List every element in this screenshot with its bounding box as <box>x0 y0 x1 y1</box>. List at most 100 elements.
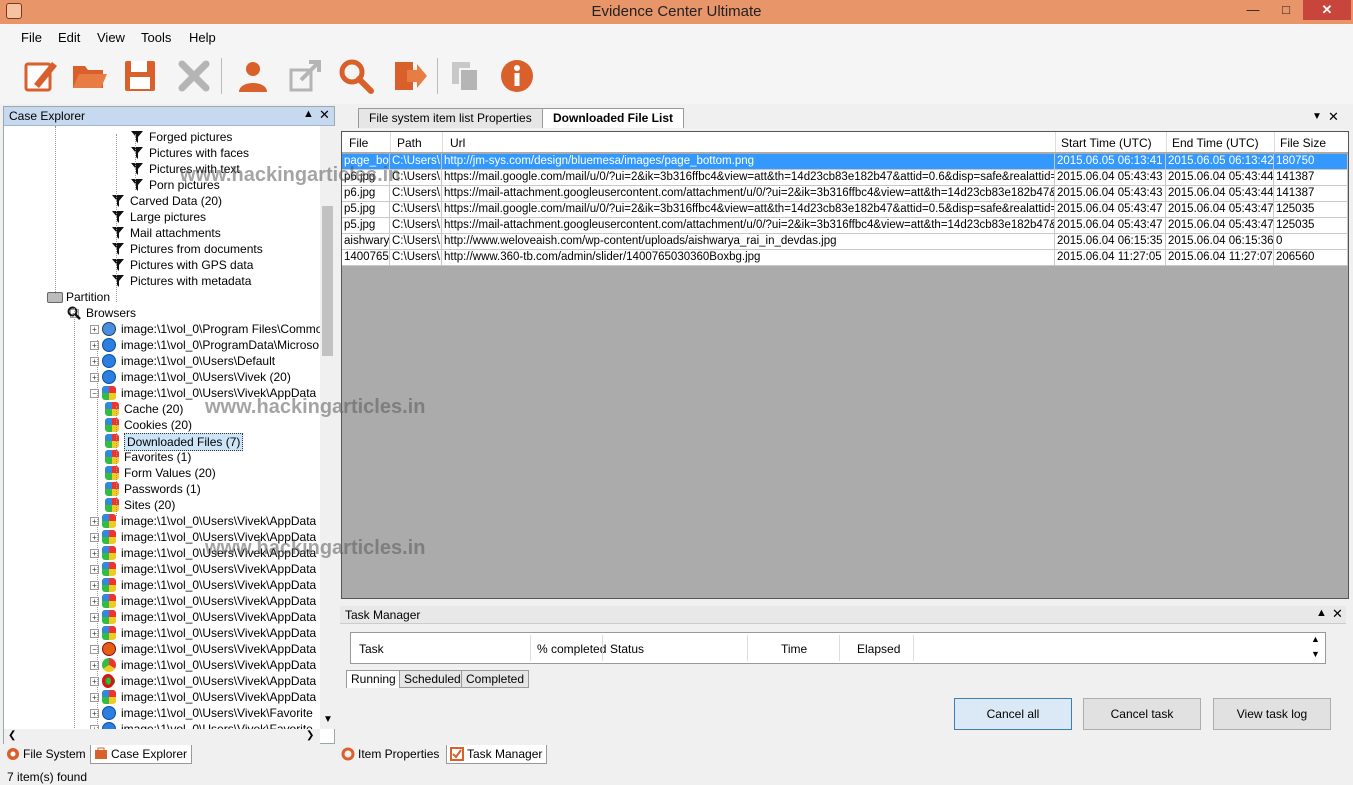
edit-icon[interactable] <box>20 56 60 96</box>
tree-item[interactable]: +image:\1\vol_0\Users\Vivek\Favorite <box>4 721 320 729</box>
delete-icon[interactable] <box>174 56 214 96</box>
column-divider[interactable] <box>530 635 531 661</box>
column-status[interactable]: Status <box>610 642 644 656</box>
tree-item[interactable]: Carved Data (20) <box>4 193 320 209</box>
close-document-icon[interactable]: ✕ <box>1328 109 1339 125</box>
column-file[interactable]: File <box>349 136 368 150</box>
tree-item[interactable]: +image:\1\vol_0\Users\Vivek\Favorite <box>4 705 320 721</box>
tab-task-manager[interactable]: Task Manager <box>446 745 548 764</box>
tab-completed[interactable]: Completed <box>461 670 530 688</box>
tree-item[interactable]: Downloaded Files (7) <box>4 433 320 451</box>
tree-item[interactable]: Pictures with GPS data <box>4 257 320 273</box>
column-divider[interactable] <box>747 635 748 661</box>
close-panel-icon[interactable]: ✕ <box>1332 606 1343 622</box>
tree-item[interactable]: Forged pictures <box>4 129 320 145</box>
tree-item[interactable]: −Partition <box>4 289 320 305</box>
tree-item[interactable]: Passwords (1) <box>4 481 320 497</box>
tab-list-dropdown-icon[interactable]: ▼ <box>1312 111 1322 122</box>
tab-item-properties[interactable]: Item Properties <box>338 745 443 764</box>
scroll-left-icon[interactable]: ❮ <box>8 730 16 741</box>
file-list-grid[interactable]: File Path Url Start Time (UTC) End Time … <box>341 131 1349 599</box>
column-path[interactable]: Path <box>397 136 422 150</box>
tree-item[interactable]: + image:\1\vol_0\Users\Vivek\AppData <box>4 513 320 529</box>
column-divider[interactable] <box>1055 132 1056 152</box>
column-file-size[interactable]: File Size <box>1280 136 1326 150</box>
export-icon[interactable] <box>285 56 325 96</box>
tab-file-system[interactable]: File System <box>3 745 90 764</box>
tree-item[interactable]: + image:\1\vol_0\Users\Vivek (20) <box>4 369 320 385</box>
column-divider[interactable] <box>913 635 914 661</box>
column-time[interactable]: Time <box>781 642 807 656</box>
column-task[interactable]: Task <box>359 642 384 656</box>
tree-item[interactable]: + image:\1\vol_0\Users\Vivek\AppData <box>4 593 320 609</box>
tree-item[interactable]: Cookies (20) <box>4 417 320 433</box>
tree-item[interactable]: Form Values (20) <box>4 465 320 481</box>
view-task-log-button[interactable]: View task log <box>1213 698 1331 730</box>
scroll-thumb[interactable] <box>322 206 333 356</box>
tree-item[interactable]: Pictures with faces <box>4 145 320 161</box>
column-divider[interactable] <box>442 132 443 152</box>
tree-item[interactable]: + image:\1\vol_0\Users\Vivek\AppData <box>4 673 320 689</box>
column-start-time[interactable]: Start Time (UTC) <box>1061 136 1152 150</box>
tree-item[interactable]: Pictures from documents <box>4 241 320 257</box>
column-completed[interactable]: % completed <box>537 642 606 656</box>
tree-item[interactable]: + image:\1\vol_0\Users\Vivek\AppData <box>4 625 320 641</box>
table-row[interactable]: p5.jpg C:\Users\ https://mail.google.com/m… <box>342 202 1348 218</box>
tree-item[interactable]: + image:\1\vol_0\Users\Vivek\AppData <box>4 577 320 593</box>
copy-icon[interactable] <box>446 56 486 96</box>
save-icon[interactable] <box>120 56 160 96</box>
menu-edit[interactable]: Edit <box>58 30 80 45</box>
tree-item[interactable]: + image:\1\vol_0\ProgramData\Microso <box>4 337 320 353</box>
tab-downloaded-file-list[interactable]: Downloaded File List <box>542 108 685 128</box>
tree-item[interactable]: + image:\1\vol_0\Users\Vivek\AppData <box>4 609 320 625</box>
open-folder-icon[interactable] <box>69 56 109 96</box>
cancel-task-button[interactable]: Cancel task <box>1083 698 1201 730</box>
tree-item[interactable]: + image:\1\vol_0\Users\Vivek\AppData <box>4 657 320 673</box>
cancel-all-button[interactable]: Cancel all <box>954 698 1072 730</box>
column-divider[interactable] <box>602 635 603 661</box>
tab-properties[interactable]: File system item list Properties <box>358 108 543 128</box>
column-end-time[interactable]: End Time (UTC) <box>1172 136 1259 150</box>
menu-file[interactable]: File <box>21 30 42 45</box>
tree-item[interactable]: − Browsers <box>4 305 320 321</box>
tab-scheduled[interactable]: Scheduled <box>399 670 466 688</box>
tree-item[interactable]: Large pictures <box>4 209 320 225</box>
column-url[interactable]: Url <box>450 136 465 150</box>
tree-item[interactable]: Pictures with metadata <box>4 273 320 289</box>
table-row[interactable]: page_bottom.pngC:\Users\http://jm-sys.co… <box>342 154 1348 170</box>
table-row[interactable]: p5.jpg C:\Users\ https://mail-attachment.g… <box>342 218 1348 234</box>
scroll-down-icon[interactable]: ▼ <box>1311 649 1320 659</box>
column-elapsed[interactable]: Elapsed <box>857 642 900 656</box>
close-icon[interactable]: ✕ <box>1303 0 1351 20</box>
column-divider[interactable] <box>390 132 391 152</box>
exit-icon[interactable] <box>389 56 429 96</box>
column-divider[interactable] <box>1166 132 1167 152</box>
tree-horizontal-scrollbar[interactable]: ❮ ❯ <box>4 729 320 744</box>
tree-item[interactable]: Favorites (1) <box>4 449 320 465</box>
column-divider[interactable] <box>1274 132 1275 152</box>
minimize-icon[interactable]: — <box>1237 0 1269 20</box>
pin-icon[interactable]: ▲ <box>303 108 314 120</box>
person-icon[interactable] <box>233 56 273 96</box>
task-grid[interactable]: Task % completed Status Time Elapsed ▲ ▼ <box>350 632 1326 664</box>
tree-item[interactable]: + image:\1\vol_0\Users\Default <box>4 353 320 369</box>
info-icon[interactable] <box>497 56 537 96</box>
search-icon[interactable] <box>336 56 376 96</box>
tree-item[interactable]: Sites (20) <box>4 497 320 513</box>
tab-case-explorer[interactable]: Case Explorer <box>90 745 193 764</box>
scroll-right-icon[interactable]: ❯ <box>306 730 314 741</box>
tree-item[interactable]: + image:\1\vol_0\Users\Vivek\AppData <box>4 689 320 705</box>
menu-view[interactable]: View <box>97 30 125 45</box>
tree-vertical-scrollbar[interactable]: ▼ <box>320 126 335 729</box>
menu-help[interactable]: Help <box>189 30 216 45</box>
tree-item[interactable]: + image:\1\vol_0\Program Files\Commo <box>4 321 320 337</box>
table-row[interactable]: p6.jpg C:\Users\ https://mail-attachment.g… <box>342 186 1348 202</box>
scroll-down-icon[interactable]: ▼ <box>323 714 333 725</box>
pin-icon[interactable]: ▲ <box>1316 607 1327 619</box>
table-row[interactable]: aishwaryaC:\Users\http://www.weloveaish.… <box>342 234 1348 250</box>
tree-item[interactable]: Mail attachments <box>4 225 320 241</box>
menu-tools[interactable]: Tools <box>141 30 171 45</box>
tree-item[interactable]: − image:\1\vol_0\Users\Vivek\AppData <box>4 641 320 657</box>
scroll-up-icon[interactable]: ▲ <box>1311 634 1320 644</box>
expand-icon[interactable]: + <box>90 325 99 334</box>
